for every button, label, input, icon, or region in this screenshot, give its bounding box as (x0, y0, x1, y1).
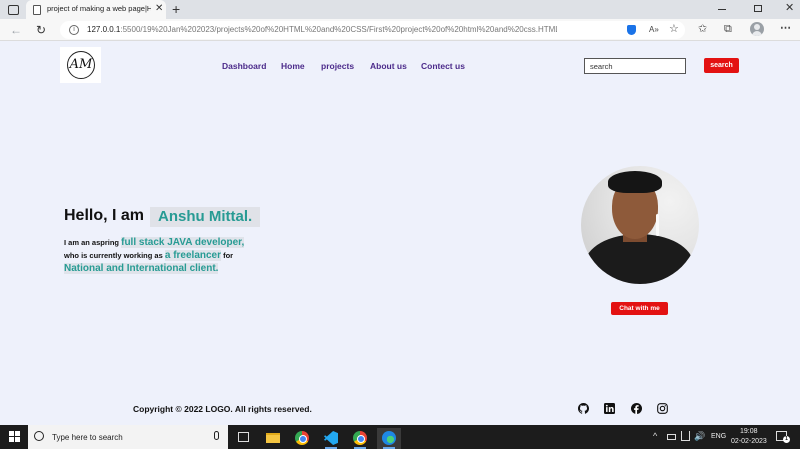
minimize-window-button[interactable] (718, 9, 726, 10)
close-window-button[interactable]: ✕ (785, 2, 794, 15)
clock-date[interactable]: 02-02-2023 (731, 438, 767, 445)
reload-button[interactable]: ↻ (36, 23, 46, 37)
add-favorite-icon[interactable]: ☆ (669, 23, 679, 36)
volume-icon[interactable]: 🔊 (694, 430, 705, 442)
tray-chevron-icon[interactable]: ^ (653, 430, 657, 442)
address-bar[interactable]: i 127.0.0.1:5500/19%20Jan%202023/project… (60, 21, 685, 39)
nav-link-contact[interactable]: Contect us (421, 61, 465, 71)
nav-link-projects[interactable]: projects (321, 61, 354, 71)
taskbar-search-placeholder: Type here to search (52, 433, 123, 442)
chrome-profile-icon[interactable] (348, 428, 372, 449)
maximize-window-button[interactable] (754, 5, 762, 12)
photo-hair (608, 171, 662, 193)
bio-line-1: I am an aspring full stack JAVA develope… (64, 237, 245, 249)
linkedin-icon[interactable] (604, 403, 615, 414)
chrome-icon[interactable] (290, 428, 314, 449)
logo-mark: AM (67, 51, 95, 79)
vscode-icon[interactable] (319, 428, 343, 449)
page-favicon-icon (33, 5, 41, 15)
notification-badge: 1 (783, 436, 790, 443)
search-button[interactable]: search (704, 58, 739, 73)
taskbar-search-box[interactable]: Type here to search (28, 425, 228, 449)
nav-link-about[interactable]: About us (370, 61, 407, 71)
collections-icon[interactable]: ⧉ (724, 23, 732, 36)
site-info-icon[interactable]: i (69, 25, 79, 35)
microphone-icon[interactable] (214, 431, 219, 440)
profile-photo (581, 166, 699, 284)
notification-icon[interactable]: 1 (776, 431, 790, 443)
facebook-icon[interactable] (631, 403, 642, 414)
browser-tab[interactable]: project of making a web page|H ✕ (26, 0, 166, 19)
tracking-shield-icon[interactable] (627, 25, 636, 35)
task-view-icon[interactable] (238, 432, 249, 442)
bio-line-2: who is currently working as a freelancer… (64, 250, 233, 262)
chat-with-me-button[interactable]: Chat with me (611, 302, 668, 315)
profile-avatar[interactable] (750, 22, 764, 36)
tab-title: project of making a web page|H (47, 4, 151, 13)
hero-name: Anshu Mittal. (150, 207, 261, 227)
battery-icon[interactable] (667, 434, 676, 440)
browser-toolbar: ← ↻ i 127.0.0.1:5500/19%20Jan%202023/pro… (0, 19, 800, 41)
edge-icon[interactable] (377, 428, 401, 449)
nav-link-home[interactable]: Home (281, 61, 305, 71)
bio-text: who is currently working as (64, 251, 165, 260)
instagram-icon[interactable] (657, 403, 668, 414)
bio-highlight: full stack JAVA developer, (121, 237, 245, 248)
site-logo[interactable]: AM (60, 47, 101, 83)
bio-highlight: a freelancer (164, 250, 222, 261)
tab-actions-icon[interactable] (6, 3, 20, 16)
file-explorer-icon[interactable] (261, 428, 285, 449)
url-host: 127.0.0.1 (87, 25, 121, 34)
footer-copyright: Copyright © 2022 LOGO. All rights reserv… (133, 404, 312, 414)
back-button[interactable]: ← (10, 23, 22, 37)
browser-tab-bar: project of making a web page|H ✕ + ✕ (0, 0, 800, 19)
bio-highlight: National and International client. (64, 263, 219, 274)
bio-text: for (221, 251, 234, 260)
github-icon[interactable] (578, 403, 589, 414)
search-input[interactable] (584, 58, 686, 74)
bio-text: I am an aspring (64, 238, 122, 247)
url-text[interactable]: 127.0.0.1:5500/19%20Jan%202023/projects%… (87, 25, 557, 34)
windows-start-icon[interactable] (9, 431, 21, 443)
language-indicator[interactable]: ENG (711, 433, 726, 440)
search-icon (34, 431, 44, 441)
favorites-icon[interactable]: ✩ (698, 23, 707, 36)
nav-link-dashboard[interactable]: Dashboard (222, 61, 266, 71)
windows-taskbar: Type here to search ^ 🔊 ENG 19:08 02-02-… (0, 425, 800, 449)
network-icon[interactable] (681, 431, 690, 441)
settings-menu-icon[interactable]: ⋯ (780, 22, 791, 35)
photo-earphone (656, 214, 659, 236)
url-path: :5500/19%20Jan%202023/projects%20of%20HT… (120, 25, 557, 34)
read-aloud-icon[interactable]: A» (649, 25, 659, 35)
hero-greeting: Hello, I am (64, 207, 145, 224)
tab-close-icon[interactable]: ✕ (155, 3, 163, 14)
new-tab-button[interactable]: + (172, 1, 180, 17)
bio-line-3: National and International client. (64, 263, 219, 275)
clock-time[interactable]: 19:08 (740, 428, 758, 435)
